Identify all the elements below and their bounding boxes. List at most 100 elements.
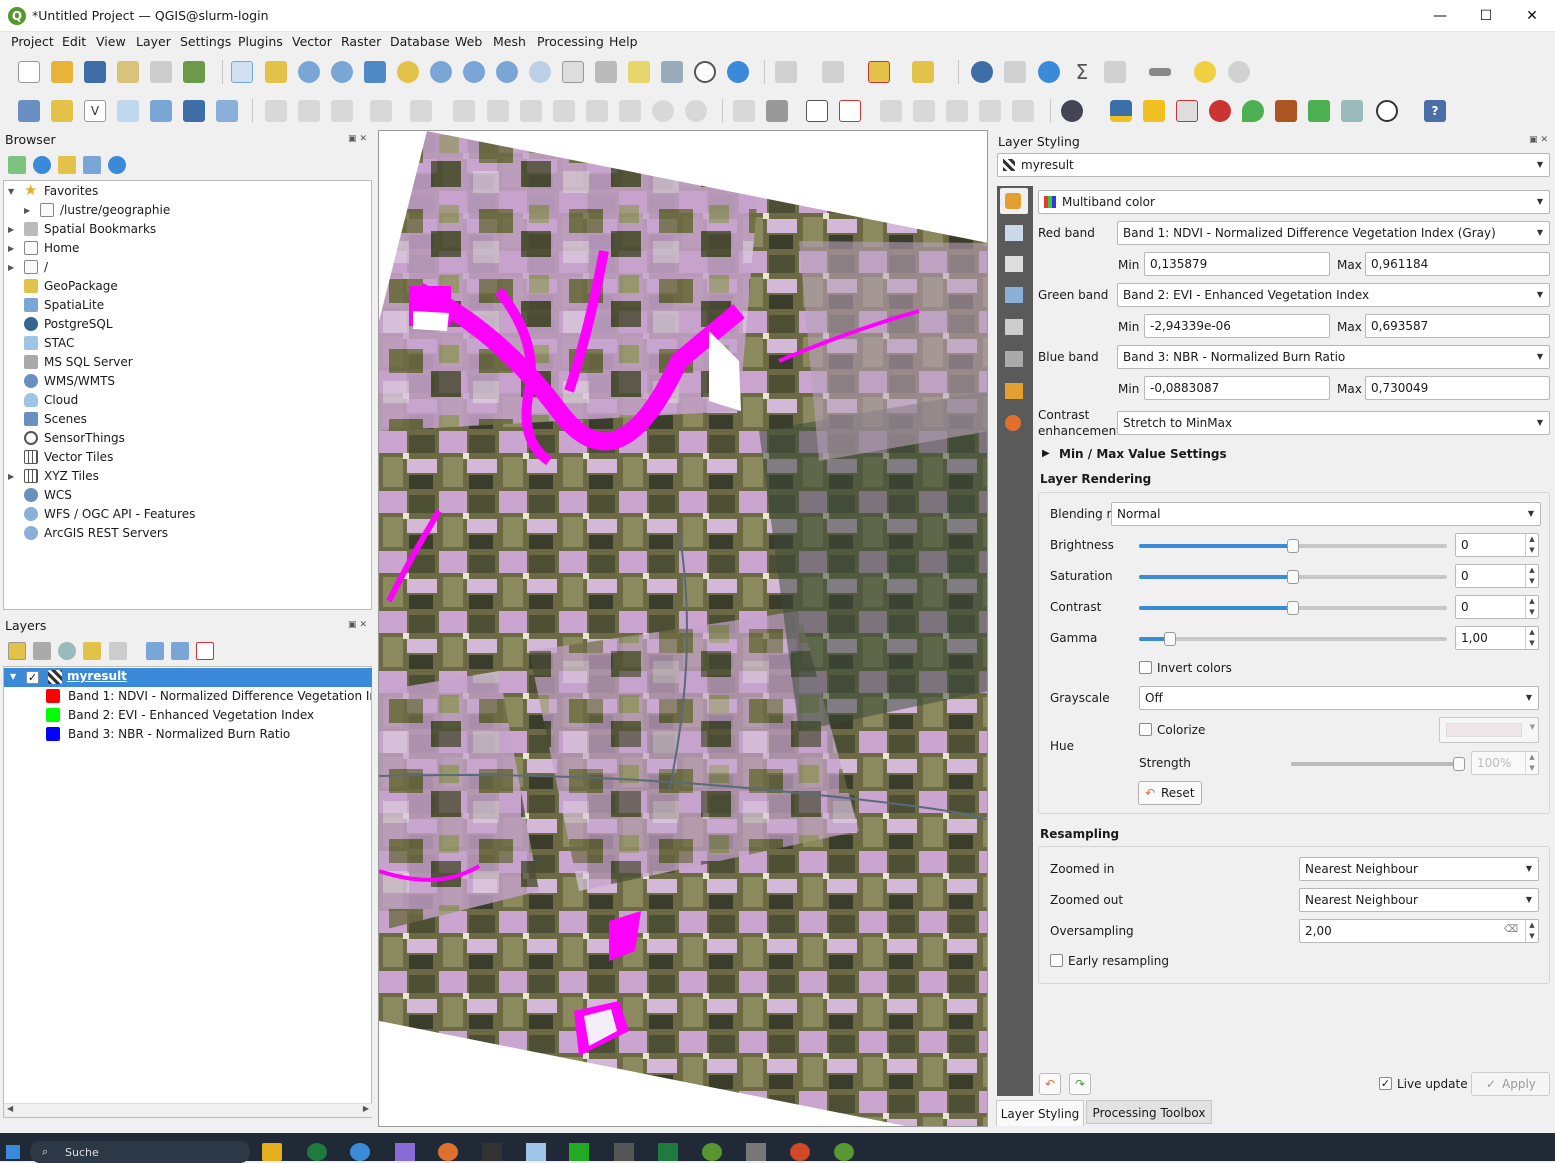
panel-float-close-icon[interactable]: ▣✕ xyxy=(348,134,370,144)
plugin-arrow-icon[interactable] xyxy=(1143,100,1165,122)
plugin-globe-icon[interactable] xyxy=(1061,100,1083,122)
explorer-icon[interactable] xyxy=(262,1143,282,1161)
expand-arrow-icon[interactable]: ▶ xyxy=(8,258,14,277)
new-print-layout-icon[interactable] xyxy=(117,61,139,83)
browser-item-home[interactable]: Home xyxy=(44,239,79,258)
menu-settings[interactable]: Settings xyxy=(180,34,231,49)
strength-slider[interactable] xyxy=(1291,757,1465,771)
start-icon[interactable] xyxy=(6,1145,20,1159)
filter-icon[interactable] xyxy=(58,156,76,174)
reset-button[interactable]: ↶ Reset xyxy=(1138,781,1202,805)
minmax-settings-header[interactable]: Min / Max Value Settings xyxy=(1059,447,1227,461)
new-map-view-icon[interactable] xyxy=(562,61,584,83)
new-bookmark-icon[interactable] xyxy=(628,61,650,83)
collapse-arrow-icon[interactable]: ▶ xyxy=(1042,448,1050,459)
deselect-icon[interactable] xyxy=(868,61,890,83)
zoom-full-icon[interactable] xyxy=(364,61,386,83)
green-band-combo[interactable]: Band 2: EVI - Enhanced Vegetation Index ▼ xyxy=(1117,283,1550,307)
taskbar-search[interactable]: ⌕ Suche xyxy=(30,1141,250,1163)
pan-map-icon[interactable] xyxy=(231,61,253,83)
select-by-value-icon[interactable] xyxy=(822,61,844,83)
cut-features-icon[interactable] xyxy=(520,100,542,122)
maximize-button[interactable]: ☐ xyxy=(1463,0,1509,32)
vertex-tool-icon[interactable] xyxy=(410,100,432,122)
live-update-checkbox[interactable]: ✓ xyxy=(1379,1077,1392,1090)
panel-float-close-icon[interactable]: ▣✕ xyxy=(1529,135,1551,145)
pin-label-icon[interactable] xyxy=(880,100,902,122)
identify-icon[interactable] xyxy=(971,61,993,83)
map-tips-icon[interactable] xyxy=(1194,61,1216,83)
toolbox-gear-icon[interactable] xyxy=(1038,61,1060,83)
transparency-tab-icon[interactable] xyxy=(1000,220,1028,246)
menu-web[interactable]: Web xyxy=(455,34,482,49)
blue-min-input[interactable]: -0,0883087 xyxy=(1144,376,1330,400)
menu-layer[interactable]: Layer xyxy=(136,34,171,49)
legend-tab-icon[interactable] xyxy=(1000,346,1028,372)
histogram-tab-icon[interactable] xyxy=(1000,251,1028,277)
digitize-icon[interactable] xyxy=(370,100,392,122)
blue-band-combo[interactable]: Band 3: NBR - Normalized Burn Ratio ▼ xyxy=(1117,345,1550,369)
browser-item-wcs[interactable]: WCS xyxy=(44,486,72,505)
browser-item-vector-tiles[interactable]: Vector Tiles xyxy=(44,448,113,467)
move-label-icon[interactable] xyxy=(946,100,968,122)
browser-item-xyz-tiles[interactable]: XYZ Tiles xyxy=(44,467,99,486)
new-geopackage-icon[interactable] xyxy=(51,100,73,122)
menu-raster[interactable]: Raster xyxy=(341,34,381,49)
edits-icon[interactable] xyxy=(265,100,287,122)
browser-item-sensorthings[interactable]: SensorThings xyxy=(44,429,125,448)
menu-mesh[interactable]: Mesh xyxy=(493,34,526,49)
layer-name[interactable]: myresult xyxy=(67,669,127,683)
plugin-layers-icon[interactable] xyxy=(1308,100,1330,122)
undo-style-button[interactable]: ↶ xyxy=(1039,1073,1061,1095)
plugin-clock-icon[interactable] xyxy=(1376,100,1398,122)
browser-item-spatialite[interactable]: SpatiaLite xyxy=(44,296,104,315)
panel-float-close-icon[interactable]: ▣✕ xyxy=(348,620,370,630)
terminal-icon[interactable] xyxy=(482,1143,502,1161)
manage-visibility-icon[interactable] xyxy=(58,642,76,660)
zoomed-in-combo[interactable]: Nearest Neighbour ▼ xyxy=(1299,857,1539,881)
grayscale-combo[interactable]: Off ▼ xyxy=(1139,686,1539,710)
layer-visibility-checkbox[interactable]: ✓ xyxy=(26,671,39,684)
pycharm-icon[interactable] xyxy=(569,1143,589,1161)
add-raster-icon[interactable] xyxy=(183,100,205,122)
zoom-to-selection-icon[interactable] xyxy=(397,61,419,83)
apply-button[interactable]: ✓ Apply xyxy=(1471,1072,1550,1096)
help-icon[interactable]: ? xyxy=(1424,100,1446,122)
layer-labeling-icon[interactable] xyxy=(806,100,828,122)
green-max-input[interactable]: 0,693587 xyxy=(1365,314,1550,338)
strength-spinbox[interactable]: 100% ▲ ▼ xyxy=(1471,751,1539,775)
new-virtual-layer-icon[interactable] xyxy=(150,100,172,122)
abc-label-icon[interactable] xyxy=(839,100,861,122)
expand-arrow-icon[interactable]: ▶ xyxy=(8,220,14,239)
tab-processing-toolbox[interactable]: Processing Toolbox xyxy=(1086,1100,1212,1124)
georeferencer-icon[interactable] xyxy=(1228,61,1250,83)
collapse-all-icon[interactable] xyxy=(83,156,101,174)
add-group-icon[interactable] xyxy=(33,642,51,660)
app-icon[interactable] xyxy=(395,1143,415,1161)
menu-database[interactable]: Database xyxy=(390,34,450,49)
horizontal-scrollbar[interactable]: ◀ ▶ xyxy=(4,1103,372,1117)
zoom-in-icon[interactable] xyxy=(298,61,320,83)
browser-item-lustre[interactable]: /lustre/geographie xyxy=(60,201,170,220)
oversampling-spinbox[interactable]: 2,00 ⌫ ▲ ▼ xyxy=(1299,919,1539,943)
show-hide-label-icon[interactable] xyxy=(913,100,935,122)
browser-item-postgresql[interactable]: PostgreSQL xyxy=(44,315,113,334)
zoom-out-icon[interactable] xyxy=(331,61,353,83)
qgis-taskbar-icon-2[interactable] xyxy=(834,1143,854,1161)
label-toolbar-icon[interactable] xyxy=(733,100,755,122)
zoomed-out-combo[interactable]: Nearest Neighbour ▼ xyxy=(1299,888,1539,912)
add-layer-icon[interactable] xyxy=(8,156,26,174)
browser-item-wfs[interactable]: WFS / OGC API - Features xyxy=(44,505,195,524)
colorize-color-button[interactable]: ▼ xyxy=(1439,717,1539,743)
select-location-icon[interactable] xyxy=(912,61,934,83)
open-project-icon[interactable] xyxy=(51,61,73,83)
modify-attributes-icon[interactable] xyxy=(453,100,475,122)
menu-edit[interactable]: Edit xyxy=(62,34,86,49)
gamma-spinbox[interactable]: 1,00 ▲ ▼ xyxy=(1455,626,1539,650)
chart-app-icon[interactable] xyxy=(526,1143,546,1161)
brightness-spinbox[interactable]: 0 ▲ ▼ xyxy=(1455,533,1539,557)
app-icon-4[interactable] xyxy=(746,1143,766,1161)
plugin-gear-icon[interactable] xyxy=(1209,100,1231,122)
browser-item-mssql[interactable]: MS SQL Server xyxy=(44,353,133,372)
change-label-icon[interactable] xyxy=(1012,100,1034,122)
